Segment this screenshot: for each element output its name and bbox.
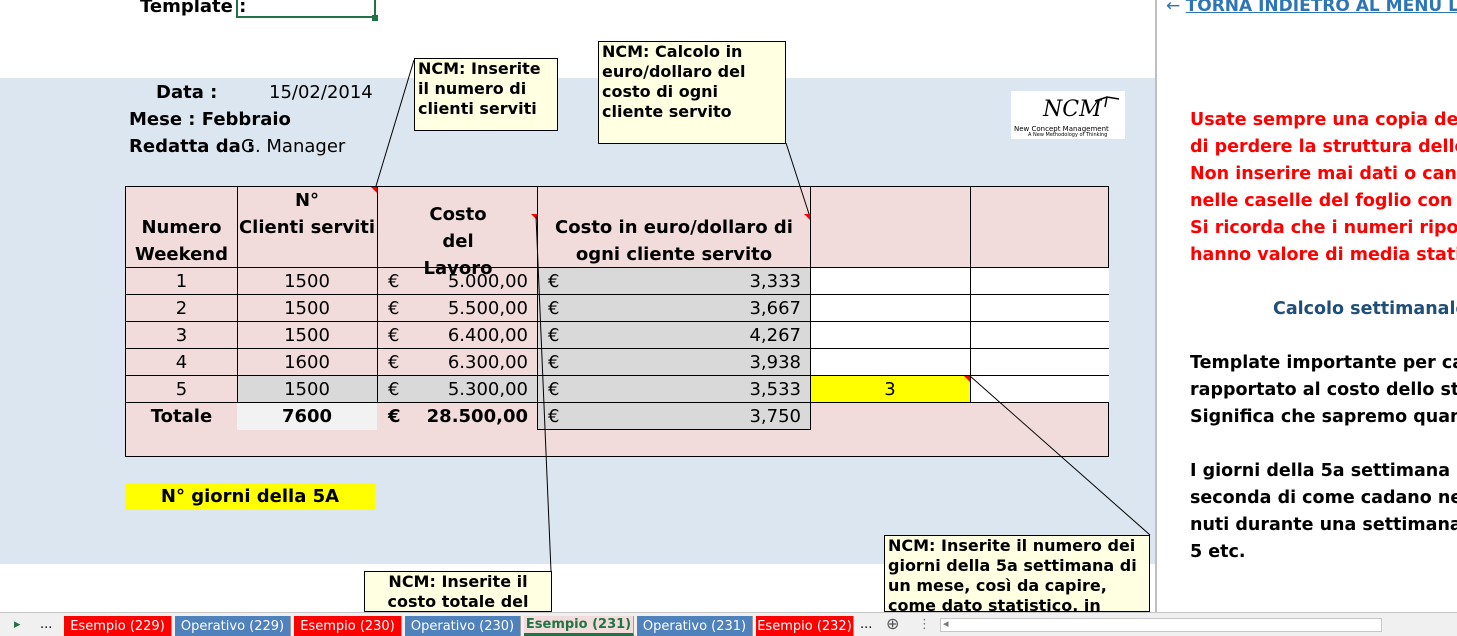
info-line: I giorni della 5a settimana sono <box>1190 461 1457 481</box>
total-cost-currency: € <box>388 406 401 427</box>
warning-line: nelle caselle del foglio con il co <box>1190 191 1457 211</box>
row4-per-client-currency: € <box>548 352 560 373</box>
tab-operativo-231[interactable]: Operativo (231) <box>637 616 753 636</box>
tab-esempio-232[interactable]: Esempio (232) <box>756 616 854 636</box>
row2-per-client[interactable]: 3,667 <box>568 295 801 322</box>
row5-cost-currency: € <box>388 379 400 400</box>
row3-per-client[interactable]: 4,267 <box>568 322 801 349</box>
warning-line: Usate sempre una copia del file <box>1190 110 1457 130</box>
row4-cost-currency: € <box>388 352 400 373</box>
warning-line: Non inserire mai dati o cancella <box>1190 164 1457 184</box>
note-clienti: NCM: Inserite il numero di clienti servi… <box>414 58 558 131</box>
logo-tagline: A New Methodology of Thinking <box>1028 132 1108 138</box>
redatta-label: Redatta da : <box>129 136 255 157</box>
note-calcolo: NCM: Calcolo in euro/dollaro del costo d… <box>598 41 786 144</box>
row3-per-client-currency: € <box>548 325 560 346</box>
warning-line: di perdere la struttura delle for <box>1190 137 1457 157</box>
row5-cost[interactable]: 5.300,00 <box>408 376 528 403</box>
data-label: Data : <box>156 82 218 103</box>
row3-cost-currency: € <box>388 325 400 346</box>
row2-cost[interactable]: 5.500,00 <box>408 295 528 322</box>
warning-line: Si ricorda che i numeri riportati <box>1190 218 1457 238</box>
row2-week[interactable]: 2 <box>126 295 237 322</box>
fill-handle[interactable] <box>372 15 378 21</box>
back-arrow-icon: ← <box>1166 0 1181 16</box>
header-costo-per-cliente: Costo in euro/dollaro di ogni cliente se… <box>555 217 793 265</box>
total-label: Totale <box>150 406 213 427</box>
row1-week[interactable]: 1 <box>126 268 237 295</box>
giorni-5a-input[interactable]: 3 <box>810 376 970 403</box>
note-giorni: NCM: Inserite il numero dei giorni della… <box>884 535 1150 612</box>
redatta-value[interactable]: G. Manager <box>241 136 345 157</box>
template-input-cell[interactable] <box>236 0 376 18</box>
row1-per-client[interactable]: 3,333 <box>568 268 801 295</box>
extra-cell-fill <box>970 376 1109 403</box>
row5-week[interactable]: 5 <box>126 376 237 403</box>
row4-cost[interactable]: 6.300,00 <box>408 349 528 376</box>
header-n: N° <box>294 190 320 211</box>
side-subtitle: Calcolo settimanale/r <box>1273 299 1457 319</box>
mese-label: Mese : Febbraio <box>129 109 291 130</box>
row3-week[interactable]: 3 <box>126 322 237 349</box>
horizontal-scrollbar[interactable]: ◂ <box>940 617 1382 632</box>
info-line: Significa che sapremo quanto c <box>1190 407 1457 427</box>
total-clients[interactable]: 7600 <box>237 403 377 430</box>
tab-more[interactable]: ... <box>860 617 872 632</box>
giorni-5a-label: N° giorni della 5A <box>125 483 375 510</box>
total-cost[interactable]: 28.500,00 <box>408 403 528 430</box>
comment-indicator[interactable] <box>531 214 537 220</box>
header-numero-weekend: Numero Weekend <box>134 217 229 265</box>
row5-per-client-currency: € <box>548 379 560 400</box>
tab-esempio-229[interactable]: Esempio (229) <box>64 616 172 636</box>
row1-per-client-currency: € <box>548 271 560 292</box>
data-value[interactable]: 15/02/2014 <box>269 82 373 103</box>
row1-clients[interactable]: 1500 <box>237 268 377 295</box>
header-clienti-serviti: Clienti serviti <box>238 217 376 238</box>
row4-clients[interactable]: 1600 <box>237 349 377 376</box>
tab-nav-more[interactable]: ... <box>40 617 52 632</box>
total-per-client[interactable]: 3,750 <box>568 403 801 430</box>
add-sheet-icon[interactable]: ⊕ <box>886 614 899 633</box>
row5-clients[interactable]: 1500 <box>237 376 377 403</box>
info-line: rapportato al costo dello staff p <box>1190 380 1457 400</box>
template-label: Template : <box>140 0 247 17</box>
row2-per-client-currency: € <box>548 298 560 319</box>
sheet-tab-bar: ▸ ... Esempio (229) Operativo (229) Esem… <box>0 612 1457 636</box>
note-costo: NCM: Inserite il costo totale del lavoro <box>364 571 552 612</box>
info-line: seconda di come cadano nei me <box>1190 488 1457 508</box>
scroll-left-icon[interactable]: ◂ <box>943 617 949 630</box>
row2-clients[interactable]: 1500 <box>237 295 377 322</box>
ncm-logo: NCM New Concept Management A New Methodo… <box>1011 91 1125 139</box>
row4-per-client[interactable]: 3,938 <box>568 349 801 376</box>
extra-cells-fill <box>810 268 1109 376</box>
tab-nav-next-icon[interactable]: ▸ <box>14 617 21 632</box>
comment-indicator[interactable] <box>371 187 377 193</box>
row3-clients[interactable]: 1500 <box>237 322 377 349</box>
row2-cost-currency: € <box>388 298 400 319</box>
tab-operativo-230[interactable]: Operativo (230) <box>405 616 521 636</box>
comment-indicator[interactable] <box>804 214 810 220</box>
row5-per-client[interactable]: 3,533 <box>568 376 801 403</box>
info-line: 5 etc. <box>1190 542 1246 562</box>
back-link[interactable]: ← TORNA INDIETRO AL MENU LABO <box>1166 0 1457 16</box>
tab-operativo-229[interactable]: Operativo (229) <box>175 616 291 636</box>
row1-cost-currency: € <box>388 271 400 292</box>
info-line: nuti durante una settimana in c <box>1190 515 1457 535</box>
splitter-handle-icon[interactable]: ⋮ <box>918 617 931 632</box>
row4-week[interactable]: 4 <box>126 349 237 376</box>
row1-cost[interactable]: 5.000,00 <box>408 268 528 295</box>
row3-cost[interactable]: 6.400,00 <box>408 322 528 349</box>
logo-bird-icon <box>1094 96 1120 108</box>
tab-esempio-230[interactable]: Esempio (230) <box>294 616 402 636</box>
warning-line: hanno valore di media statistica <box>1190 245 1457 265</box>
pane-separator <box>1155 0 1157 612</box>
comment-indicator[interactable] <box>964 376 970 382</box>
total-per-client-currency: € <box>548 406 560 427</box>
info-line: Template importante per capire <box>1190 353 1457 373</box>
data-table: Numero Weekend N° Clienti serviti Costo … <box>125 186 1109 457</box>
header-costo-lavoro: Costo del Lavoro <box>423 203 493 279</box>
tab-esempio-231[interactable]: Esempio (231) <box>524 616 634 636</box>
